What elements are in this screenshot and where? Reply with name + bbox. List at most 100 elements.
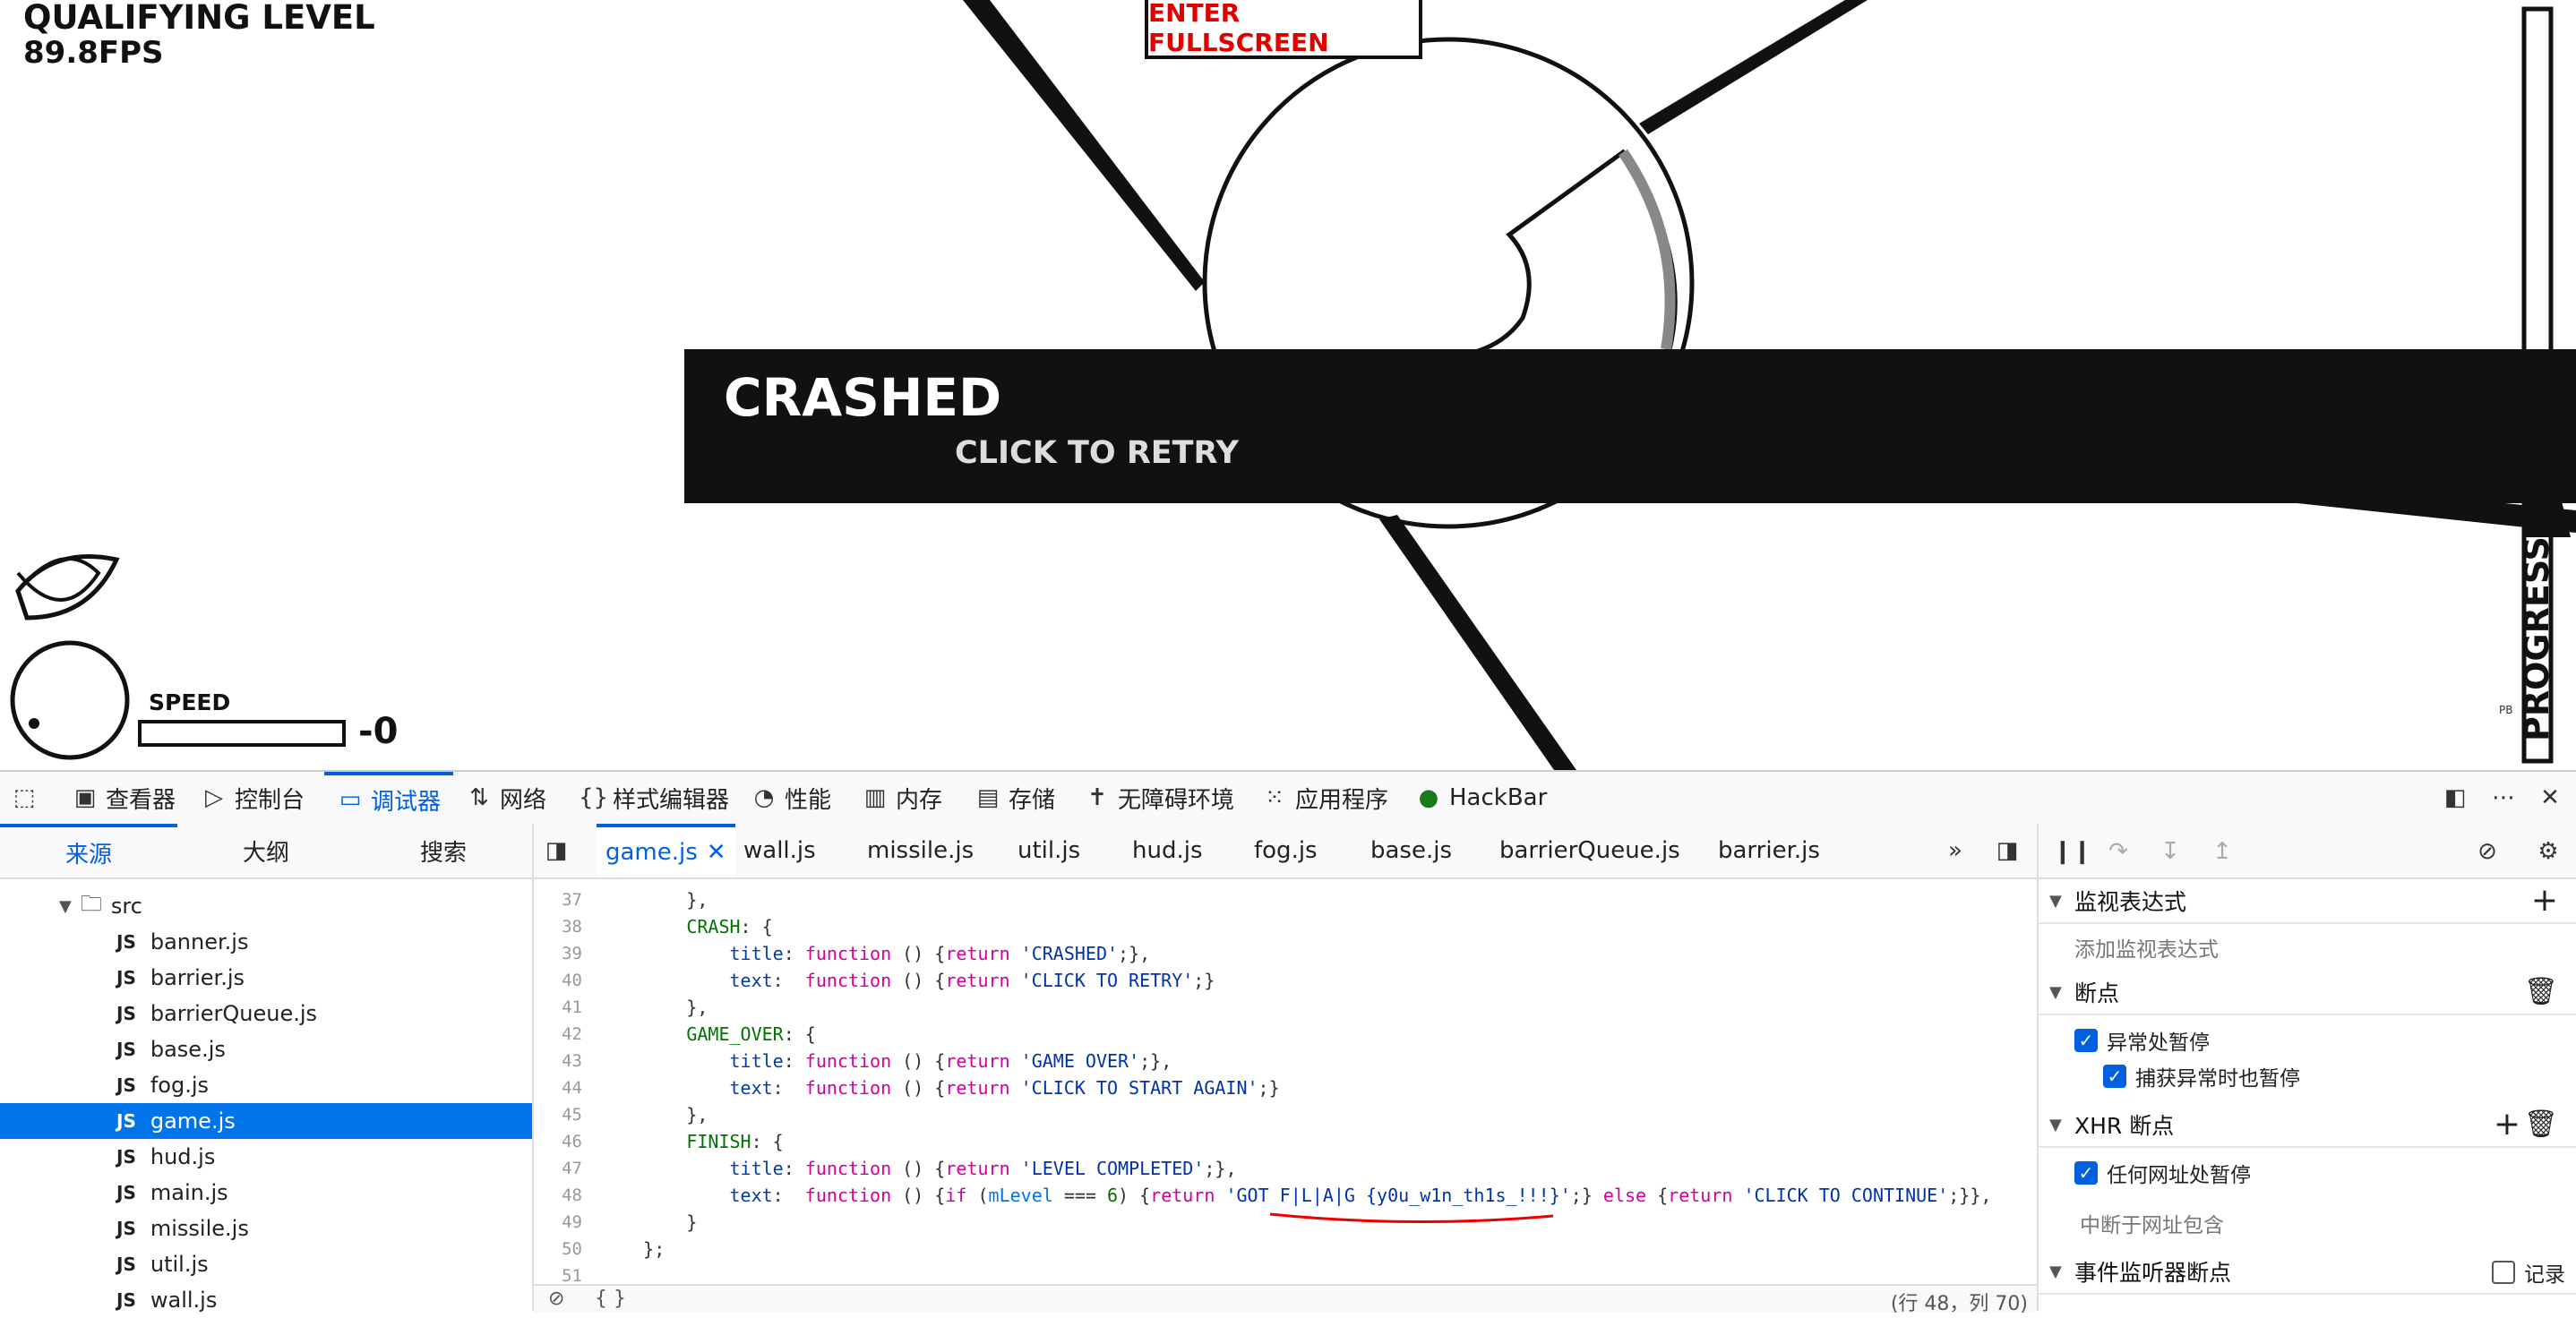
- line-number[interactable]: 49: [534, 1212, 582, 1232]
- toggle-right-panel-button[interactable]: ◨: [1994, 824, 2021, 877]
- tree-file-item[interactable]: JS wall.js: [0, 1282, 532, 1318]
- editor-tab-missile[interactable]: missile.js: [867, 824, 974, 877]
- game-canvas[interactable]: QUALIFYING LEVEL 89.8FPS ENTER FULLSCREE…: [0, 0, 2576, 770]
- toggle-sources-button[interactable]: ◨: [543, 824, 570, 877]
- line-number[interactable]: 42: [534, 1024, 582, 1044]
- pause-icon[interactable]: ❙❙: [2053, 838, 2092, 865]
- tree-file-item[interactable]: JS hud.js: [0, 1139, 532, 1175]
- log-events-toggle[interactable]: 记录: [2492, 1257, 2565, 1288]
- line-number[interactable]: 45: [534, 1105, 582, 1125]
- code-line[interactable]: 42 GAME_OVER: {: [534, 1021, 2037, 1048]
- code-line[interactable]: 38 CRASH: {: [534, 913, 2037, 940]
- line-number[interactable]: 37: [534, 890, 582, 910]
- watch-expression-input[interactable]: 添加监视表达式: [2074, 931, 2219, 963]
- tab-memory[interactable]: ▥ 内存: [862, 772, 942, 824]
- code-line[interactable]: 45 },: [534, 1101, 2037, 1128]
- trash-icon[interactable]: 🗑: [2524, 1108, 2558, 1141]
- line-number[interactable]: 38: [534, 917, 582, 937]
- add-icon[interactable]: +: [2494, 1108, 2520, 1141]
- xhr-any-url[interactable]: ✓ 任何网址处暂停: [2074, 1157, 2251, 1189]
- tree-file-item[interactable]: JS util.js: [0, 1246, 532, 1282]
- editor-tab-base[interactable]: base.js: [1370, 824, 1452, 877]
- line-number[interactable]: 44: [534, 1078, 582, 1098]
- line-number[interactable]: 43: [534, 1051, 582, 1071]
- line-number[interactable]: 46: [534, 1132, 582, 1151]
- line-number[interactable]: 47: [534, 1159, 582, 1178]
- gear-icon[interactable]: ⚙: [2535, 838, 2562, 865]
- retry-text[interactable]: CLICK TO RETRY: [955, 435, 1239, 471]
- tab-style-editor[interactable]: {} 样式编辑器: [579, 772, 729, 824]
- editor-tab-barrier[interactable]: barrier.js: [1718, 824, 1820, 877]
- editor-tab-util[interactable]: util.js: [1018, 824, 1080, 877]
- tab-debugger[interactable]: ▭ 调试器: [324, 772, 454, 824]
- tab-inspector[interactable]: ▣ 查看器: [72, 772, 176, 824]
- step-in-icon[interactable]: ↧: [2157, 838, 2184, 865]
- close-devtools-button[interactable]: ✕: [2537, 772, 2563, 824]
- editor-tab-fog[interactable]: fog.js: [1254, 824, 1318, 877]
- more-button[interactable]: ⋯: [2490, 772, 2517, 824]
- tab-hackbar[interactable]: ● HackBar: [1415, 772, 1548, 824]
- code-line[interactable]: 47 title: function () {return 'LEVEL COM…: [534, 1155, 2037, 1182]
- code-line[interactable]: 44 text: function () {return 'CLICK TO S…: [534, 1074, 2037, 1101]
- line-number[interactable]: 51: [534, 1266, 582, 1286]
- tab-outline[interactable]: 大纲: [177, 824, 355, 877]
- tree-file-item[interactable]: JS missile.js: [0, 1211, 532, 1246]
- pause-on-exceptions[interactable]: ✓ 异常处暂停: [2074, 1024, 2210, 1057]
- tree-file-item[interactable]: JS game.js: [0, 1103, 532, 1139]
- tree-file-item[interactable]: JS base.js: [0, 1031, 532, 1067]
- tab-sources[interactable]: 来源: [0, 824, 177, 877]
- tree-file-item[interactable]: JS main.js: [0, 1175, 532, 1211]
- trash-icon[interactable]: 🗑: [2524, 976, 2558, 1008]
- checkbox-unchecked[interactable]: [2492, 1261, 2515, 1284]
- tab-search[interactable]: 搜索: [355, 824, 532, 877]
- code-line[interactable]: 50 };: [534, 1236, 2037, 1262]
- step-over-icon[interactable]: ↷: [2105, 838, 2132, 865]
- xhr-breakpoints-header[interactable]: ▼ XHR 断点 + 🗑: [2039, 1103, 2576, 1148]
- editor-tab-barrierqueue[interactable]: barrierQueue.js: [1499, 824, 1680, 877]
- code-line[interactable]: 43 title: function () {return 'GAME OVER…: [534, 1048, 2037, 1074]
- watch-expressions-header[interactable]: ▼ 监视表达式 +: [2039, 879, 2576, 924]
- tab-performance[interactable]: ◔ 性能: [751, 772, 831, 824]
- code-line[interactable]: 39 title: function () {return 'CRASHED';…: [534, 940, 2037, 967]
- add-icon[interactable]: +: [2531, 885, 2558, 917]
- event-listener-breakpoints-header[interactable]: ▼ 事件监听器断点 记录: [2039, 1250, 2576, 1295]
- enter-fullscreen-button[interactable]: ENTER FULLSCREEN: [1145, 0, 1422, 59]
- tree-file-item[interactable]: JS barrierQueue.js: [0, 996, 532, 1031]
- tree-folder[interactable]: ▼ 🗀 src: [0, 888, 532, 924]
- pause-on-caught-exceptions[interactable]: ✓ 捕获异常时也暂停: [2103, 1060, 2300, 1092]
- tab-console[interactable]: ▷ 控制台: [201, 772, 305, 824]
- breakpoints-header[interactable]: ▼ 断点 🗑: [2039, 971, 2576, 1015]
- checkbox-checked[interactable]: ✓: [2074, 1029, 2098, 1052]
- checkbox-checked[interactable]: ✓: [2103, 1065, 2126, 1088]
- code-line[interactable]: 41 },: [534, 994, 2037, 1021]
- editor-tab-hud[interactable]: hud.js: [1132, 824, 1203, 877]
- code-line[interactable]: 48 text: function () {if (mLevel === 6) …: [534, 1182, 2037, 1209]
- blackbox-icon[interactable]: ⊘: [548, 1288, 564, 1310]
- editor-tab-wall[interactable]: wall.js: [743, 824, 816, 877]
- line-number[interactable]: 48: [534, 1185, 582, 1205]
- element-picker-button[interactable]: ⬚: [11, 772, 38, 824]
- tree-file-item[interactable]: JS barrier.js: [0, 960, 532, 996]
- close-tab-icon[interactable]: ✕: [707, 839, 726, 866]
- line-number[interactable]: 39: [534, 944, 582, 963]
- tab-network[interactable]: ⇅ 网络: [466, 772, 546, 824]
- code-line[interactable]: 40 text: function () {return 'CLICK TO R…: [534, 967, 2037, 994]
- tree-file-item[interactable]: JS banner.js: [0, 924, 532, 960]
- code-line[interactable]: 37 },: [534, 886, 2037, 913]
- line-number[interactable]: 41: [534, 997, 582, 1017]
- line-number[interactable]: 50: [534, 1239, 582, 1259]
- line-number[interactable]: 40: [534, 971, 582, 990]
- more-tabs-button[interactable]: »: [1942, 824, 1969, 877]
- xhr-url-contains-input[interactable]: 中断于网址包含: [2080, 1207, 2224, 1239]
- tab-storage[interactable]: ▤ 存储: [975, 772, 1055, 824]
- tab-application[interactable]: ⁙ 应用程序: [1261, 772, 1388, 824]
- tab-accessibility[interactable]: ✝ 无障碍环境: [1084, 772, 1234, 824]
- editor-tab-game[interactable]: game.js ✕: [597, 824, 735, 877]
- checkbox-checked[interactable]: ✓: [2074, 1161, 2098, 1185]
- pretty-print-button[interactable]: { }: [595, 1288, 626, 1310]
- disable-breakpoints-icon[interactable]: ⊘: [2474, 838, 2501, 865]
- step-out-icon[interactable]: ↥: [2209, 838, 2236, 865]
- tree-file-item[interactable]: JS fog.js: [0, 1067, 532, 1103]
- dock-button[interactable]: ◧: [2442, 772, 2469, 824]
- code-line[interactable]: 46 FINISH: {: [534, 1128, 2037, 1155]
